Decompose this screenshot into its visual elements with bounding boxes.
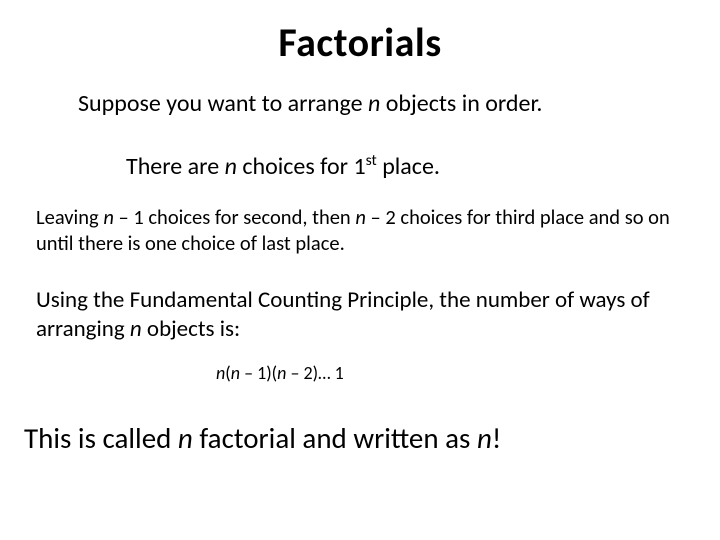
var-n: n	[225, 152, 237, 181]
text: factorial and written as	[193, 420, 477, 456]
text: Suppose you want to arrange	[78, 89, 368, 118]
suppose-line: Suppose you want to arrange n objects in…	[78, 89, 684, 118]
slide-title: Factorials	[36, 18, 684, 67]
var-n: n	[130, 315, 142, 343]
text: This is called	[24, 420, 178, 456]
var-n: n	[477, 420, 492, 456]
text: Leaving	[36, 204, 103, 230]
text: – 1)(	[240, 362, 277, 384]
formula-line: n(n – 1)(n – 2)… 1	[216, 362, 684, 384]
ordinal-sup: st	[366, 151, 377, 170]
var-n: n	[355, 204, 366, 230]
using-line: Using the Fundamental Counting Principle…	[36, 286, 674, 344]
text: Using the Fundamental Counting Principle…	[36, 286, 650, 343]
text: place.	[377, 152, 440, 181]
leaving-line: Leaving n – 1 choices for second, then n…	[36, 205, 674, 256]
var-n: n	[216, 362, 225, 384]
text: !	[492, 420, 501, 456]
var-n: n	[368, 89, 380, 118]
text: There are	[126, 152, 225, 181]
text: objects is:	[142, 315, 240, 343]
text: – 2)… 1	[286, 362, 343, 384]
there-line: There are n choices for 1st place.	[126, 152, 684, 181]
text: objects in order.	[380, 89, 542, 118]
var-n: n	[231, 362, 240, 384]
text: choices for 1	[237, 152, 366, 181]
var-n: n	[103, 204, 114, 230]
text: – 1 choices for second, then	[114, 204, 355, 230]
final-line: This is called n factorial and written a…	[24, 420, 684, 456]
var-n: n	[178, 420, 193, 456]
